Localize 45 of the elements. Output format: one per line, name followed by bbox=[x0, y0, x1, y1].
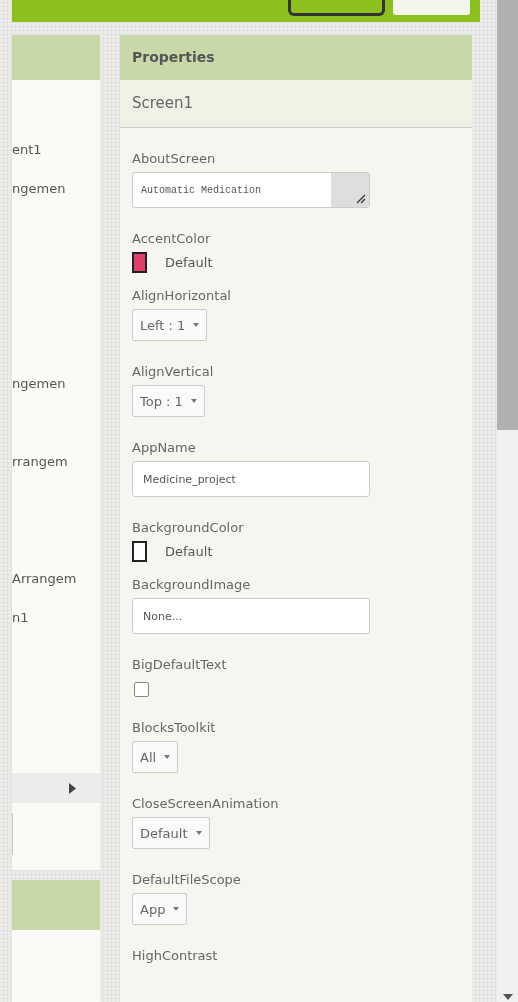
property-label: HighContrast bbox=[132, 947, 218, 965]
property-label: BackgroundImage bbox=[132, 576, 251, 594]
property-label: AlignVertical bbox=[132, 363, 214, 381]
component-item[interactable]: n1 bbox=[12, 608, 100, 647]
text-field[interactable]: Medicine_project bbox=[132, 461, 370, 497]
caret-icon bbox=[195, 831, 202, 835]
property-label: AppName bbox=[132, 439, 196, 457]
component-item[interactable]: ngemen bbox=[12, 179, 100, 218]
caret-icon bbox=[173, 907, 180, 911]
caret-icon bbox=[190, 399, 197, 403]
caret-icon bbox=[164, 755, 171, 759]
caret-icon bbox=[193, 323, 200, 327]
scroll-down-icon[interactable] bbox=[502, 994, 513, 1000]
dropdown-button[interactable]: Default bbox=[132, 817, 210, 849]
color-name: Default bbox=[165, 255, 213, 270]
dropdown-button[interactable]: Top : 1 bbox=[132, 385, 205, 417]
property-label: CloseScreenAnimation bbox=[132, 795, 279, 813]
text-field[interactable]: None... bbox=[132, 598, 370, 634]
component-name: Screen1 bbox=[120, 80, 472, 128]
right-arrow-icon[interactable] bbox=[69, 782, 76, 794]
property-label: AlignHorizontal bbox=[132, 287, 231, 305]
property-label: BigDefaultText bbox=[132, 656, 227, 674]
toolbar-button[interactable] bbox=[288, 0, 385, 16]
scrollbar-thumb[interactable] bbox=[497, 0, 518, 430]
component-item[interactable]: ngemen bbox=[12, 374, 100, 413]
component-item[interactable]: rrangem bbox=[12, 452, 100, 491]
panel-title: Properties bbox=[120, 35, 472, 80]
dropdown-button[interactable]: All bbox=[132, 741, 179, 773]
component-item[interactable]: ent1 bbox=[12, 140, 100, 179]
property-label: AboutScreen bbox=[132, 150, 216, 168]
color-name: Default bbox=[165, 544, 213, 559]
horizontal-scrollbar[interactable] bbox=[12, 773, 100, 803]
dropdown-button[interactable]: Left : 1 bbox=[132, 309, 208, 341]
color-swatch[interactable] bbox=[132, 541, 147, 562]
vertical-scrollbar[interactable] bbox=[497, 0, 518, 1002]
resize-grip-icon[interactable] bbox=[331, 173, 369, 207]
dropdown-button[interactable]: App bbox=[132, 893, 188, 925]
component-item[interactable]: Arrangem bbox=[12, 569, 100, 608]
property-label: BlocksToolkit bbox=[132, 719, 216, 737]
property-label: AccentColor bbox=[132, 230, 211, 248]
color-swatch[interactable] bbox=[132, 252, 147, 273]
property-label: DefaultFileScope bbox=[132, 871, 241, 889]
text-area[interactable]: Automatic Medication bbox=[132, 172, 370, 208]
property-label: BackgroundColor bbox=[132, 519, 244, 537]
checkbox[interactable] bbox=[134, 682, 149, 697]
